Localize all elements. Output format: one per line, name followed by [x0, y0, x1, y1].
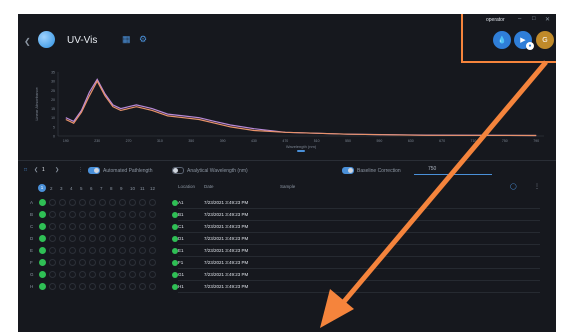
annotation-arrow — [320, 60, 548, 328]
